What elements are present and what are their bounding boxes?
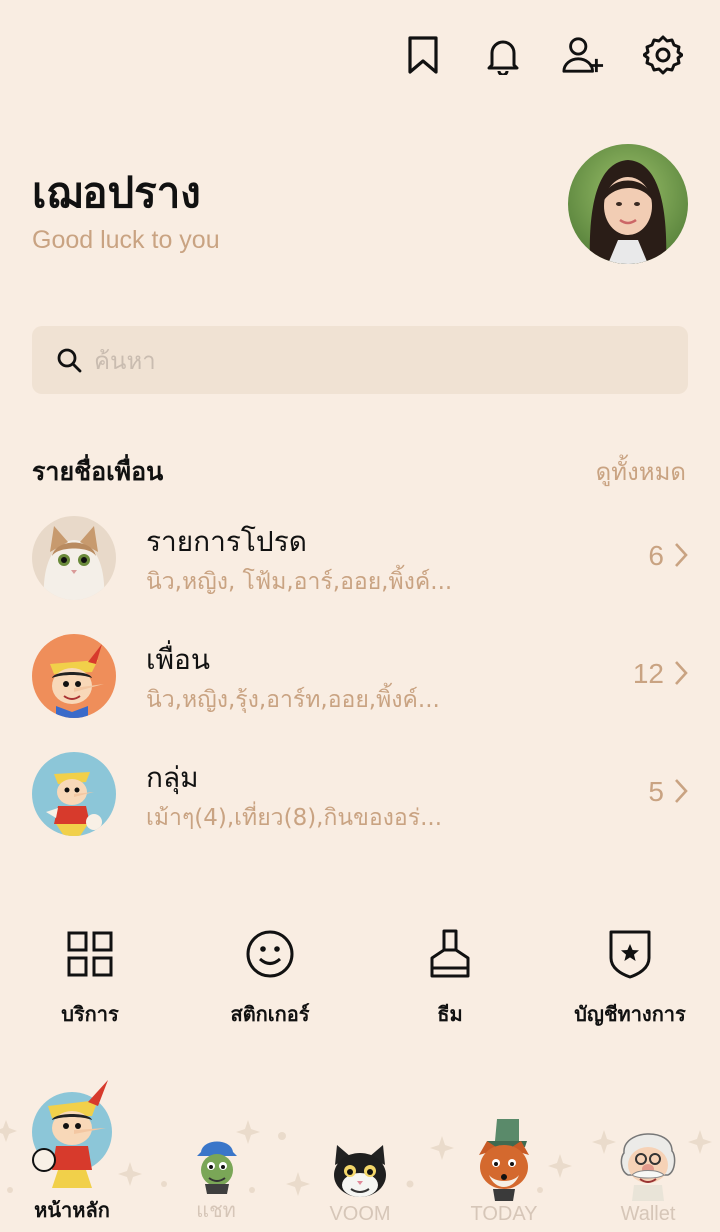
- row-subtitle: นิว,หญิง, โฟ้ม,อาร์,ออย,พิ้งค์...: [146, 569, 453, 595]
- wallet-character-icon: [588, 1119, 708, 1203]
- nav-label: หน้าหลัก: [34, 1198, 110, 1222]
- voom-character-icon: [300, 1141, 420, 1203]
- row-subtitle: นิว,หญิง,รุ้ง,อาร์ท,ออย,พิ้งค์...: [146, 687, 440, 713]
- nav-home[interactable]: หน้าหลัก: [12, 1076, 132, 1226]
- search-icon: [57, 348, 82, 373]
- chevron-right-icon: [675, 543, 688, 567]
- row-count: 6: [648, 540, 664, 571]
- chat-character-icon: [156, 1136, 276, 1194]
- top-toolbar: [402, 34, 684, 76]
- nav-label: VOOM: [329, 1203, 391, 1225]
- friends-row[interactable]: เพื่อน นิว,หญิง,รุ้ง,อาร์ท,ออย,พิ้งค์...…: [32, 634, 688, 724]
- row-count: 5: [648, 776, 664, 807]
- official-badge-icon: [540, 924, 720, 984]
- service-themes[interactable]: ธีม: [360, 924, 540, 1030]
- nav-label: แชท: [196, 1200, 236, 1222]
- friend-list-title: รายชื่อเพื่อน: [32, 457, 164, 486]
- nav-wallet[interactable]: Wallet: [588, 1119, 708, 1226]
- chevron-right-icon: [675, 661, 688, 685]
- profile-avatar[interactable]: [568, 144, 688, 264]
- row-title: รายการโปรด: [146, 525, 307, 558]
- row-title: กลุ่ม: [146, 761, 199, 794]
- service-official-accounts[interactable]: บัญชีทางการ: [540, 924, 720, 1030]
- service-label: สติกเกอร์: [230, 1002, 310, 1026]
- groups-row[interactable]: กลุ่ม เม้าๆ(4),เที่ยว(8),กินของอร่... 5: [32, 752, 688, 842]
- row-title: เพื่อน: [146, 643, 210, 676]
- see-all-link[interactable]: ดูทั้งหมด: [596, 452, 686, 491]
- service-label: บริการ: [61, 1002, 119, 1026]
- profile-status-message[interactable]: Good luck to you: [32, 226, 220, 255]
- gear-icon[interactable]: [642, 34, 684, 76]
- grid-icon: [0, 924, 180, 984]
- nav-chat[interactable]: แชท: [156, 1136, 276, 1226]
- chevron-right-icon: [675, 779, 688, 803]
- profile-name[interactable]: เฌอปราง: [32, 160, 201, 226]
- service-label: บัญชีทางการ: [574, 1002, 686, 1026]
- home-character-icon: [12, 1076, 132, 1194]
- brush-icon: [360, 924, 540, 984]
- cat-avatar: [32, 516, 116, 600]
- service-services[interactable]: บริการ: [0, 924, 180, 1030]
- bell-icon[interactable]: [482, 34, 524, 76]
- favorites-row[interactable]: รายการโปรด นิว,หญิง, โฟ้ม,อาร์,ออย,พิ้งค…: [32, 516, 688, 606]
- search-bar[interactable]: ค้นหา: [32, 326, 688, 394]
- add-friend-icon[interactable]: [562, 34, 604, 76]
- service-label: ธีม: [437, 1002, 463, 1026]
- service-stickers[interactable]: สติกเกอร์: [180, 924, 360, 1030]
- pinocchio-group-avatar: [32, 752, 116, 836]
- bookmark-icon[interactable]: [402, 34, 444, 76]
- row-subtitle: เม้าๆ(4),เที่ยว(8),กินของอร่...: [146, 805, 443, 831]
- nav-label: TODAY: [470, 1203, 538, 1225]
- nav-voom[interactable]: VOOM: [300, 1141, 420, 1226]
- bottom-navigation: หน้าหลัก แชท VOOM TODAY Wallet: [0, 1080, 720, 1232]
- pinocchio-avatar: [32, 634, 116, 718]
- nav-today[interactable]: TODAY: [444, 1115, 564, 1226]
- nav-label: Wallet: [620, 1203, 676, 1225]
- row-count: 12: [632, 658, 664, 689]
- smiley-icon: [180, 924, 360, 984]
- today-character-icon: [444, 1115, 564, 1203]
- search-placeholder: ค้นหา: [94, 346, 156, 375]
